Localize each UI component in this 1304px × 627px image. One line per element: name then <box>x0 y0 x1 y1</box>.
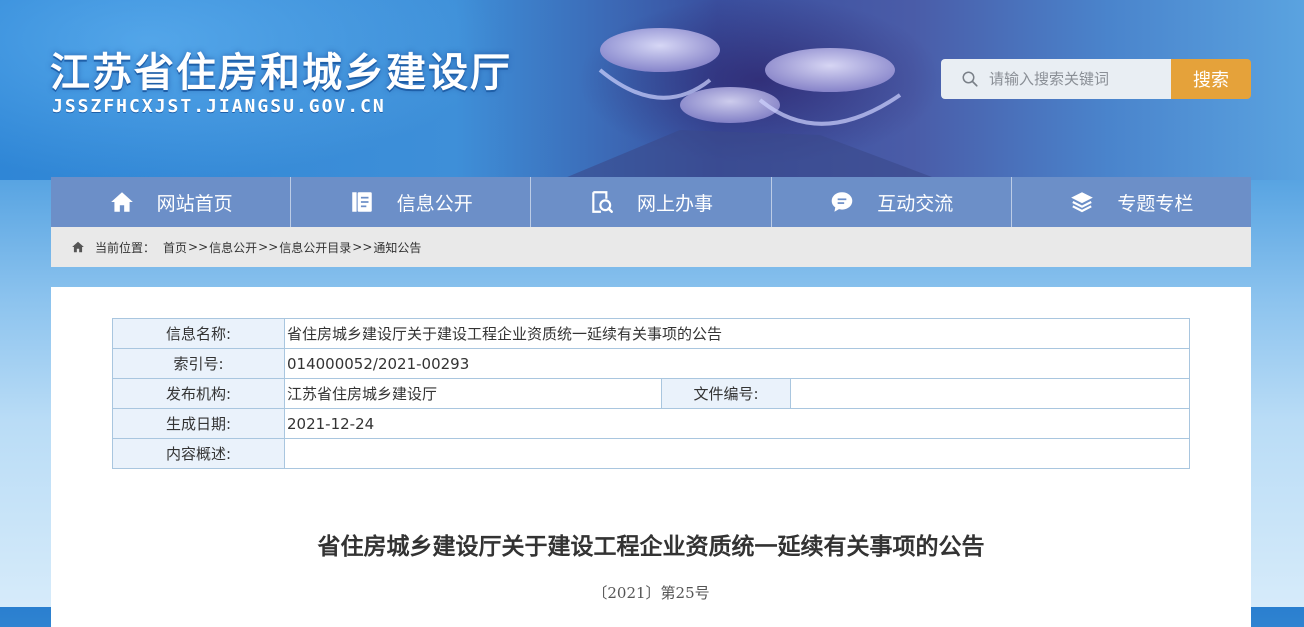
stadium-illustration <box>560 28 940 180</box>
value-index-number: 014000052/2021-00293 <box>284 348 1190 379</box>
breadcrumb-prefix: 当前位置： <box>95 240 156 255</box>
nav-item-label: 专题专栏 <box>1117 192 1194 215</box>
site-title: 江苏省住房和城乡建设厅 <box>50 50 512 96</box>
nav-item-special-topics[interactable]: 专题专栏 <box>1012 177 1251 227</box>
value-created-date: 2021-12-24 <box>284 408 1190 439</box>
nav-item-home[interactable]: 网站首页 <box>51 177 292 227</box>
document-number: 〔2021〕第25号 <box>592 584 710 602</box>
nav-item-label: 网上办事 <box>637 192 714 215</box>
breadcrumb-separator: >> <box>352 240 373 254</box>
nav-item-online-service[interactable]: 网上办事 <box>531 177 772 227</box>
main-nav: 网站首页 信息公开 网上办事 互动交流 专题专栏 <box>51 177 1251 227</box>
document-title: 省住房城乡建设厅关于建设工程企业资质统一延续有关事项的公告 <box>317 534 985 560</box>
info-metadata-table: 信息名称: 省住房城乡建设厅关于建设工程企业资质统一延续有关事项的公告 索引号:… <box>112 318 1190 469</box>
breadcrumb-link-catalog[interactable]: 信息公开目录 <box>279 239 351 256</box>
table-row: 生成日期: 2021-12-24 <box>112 408 1190 439</box>
table-row: 信息名称: 省住房城乡建设厅关于建设工程企业资质统一延续有关事项的公告 <box>112 318 1190 349</box>
search-box <box>941 59 1171 99</box>
search-button[interactable]: 搜索 <box>1171 59 1251 99</box>
search-input[interactable] <box>987 69 1171 89</box>
label-created-date: 生成日期: <box>112 408 285 439</box>
table-row: 内容概述: <box>112 438 1190 469</box>
layers-icon <box>1071 192 1094 213</box>
search-icon <box>962 71 978 87</box>
value-file-number <box>790 378 1190 409</box>
label-index-number: 索引号: <box>112 348 285 379</box>
value-info-name: 省住房城乡建设厅关于建设工程企业资质统一延续有关事项的公告 <box>284 318 1190 349</box>
content-panel: 信息名称: 省住房城乡建设厅关于建设工程企业资质统一延续有关事项的公告 索引号:… <box>51 287 1251 627</box>
breadcrumb: 当前位置： 首页 >> 信息公开 >> 信息公开目录 >> 通知公告 <box>51 227 1251 267</box>
search-document-icon <box>592 191 613 213</box>
header-banner: 江苏省住房和城乡建设厅 JSSZFHCXJST.JIANGSU.GOV.CN 搜… <box>0 0 1304 180</box>
location-icon <box>72 241 84 253</box>
breadcrumb-link-notices[interactable]: 通知公告 <box>373 239 421 256</box>
label-info-name: 信息名称: <box>112 318 285 349</box>
breadcrumb-link-info-public[interactable]: 信息公开 <box>209 239 257 256</box>
value-summary <box>284 438 1190 469</box>
nav-item-label: 互动交流 <box>877 192 954 215</box>
table-row: 索引号: 014000052/2021-00293 <box>112 348 1190 379</box>
label-publisher: 发布机构: <box>112 378 285 409</box>
site-domain: JSSZFHCXJST.JIANGSU.GOV.CN <box>52 96 386 117</box>
breadcrumb-separator: >> <box>258 240 279 254</box>
nav-item-label: 信息公开 <box>396 192 473 215</box>
nav-item-info-public[interactable]: 信息公开 <box>291 177 532 227</box>
nav-item-label: 网站首页 <box>156 192 233 215</box>
chat-icon <box>831 192 853 212</box>
home-icon <box>110 192 133 212</box>
value-publisher: 江苏省住房城乡建设厅 <box>284 378 662 409</box>
label-summary: 内容概述: <box>112 438 285 469</box>
label-file-number: 文件编号: <box>661 378 791 409</box>
document-icon <box>352 192 372 212</box>
nav-item-interaction[interactable]: 互动交流 <box>772 177 1012 227</box>
table-row: 发布机构: 江苏省住房城乡建设厅 文件编号: <box>112 378 1190 409</box>
breadcrumb-link-home[interactable]: 首页 <box>163 239 187 256</box>
breadcrumb-separator: >> <box>188 240 209 254</box>
